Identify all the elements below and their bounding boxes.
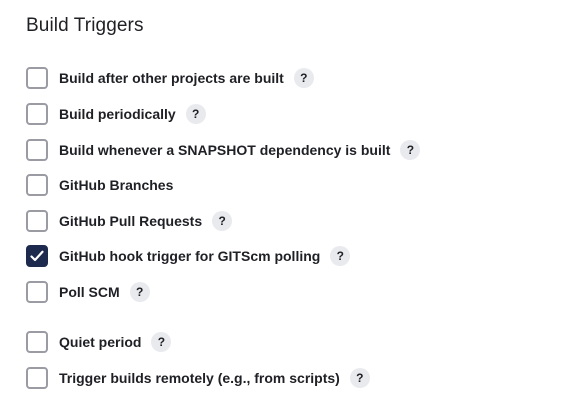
checkbox[interactable] [26, 367, 48, 389]
help-icon[interactable]: ? [129, 282, 150, 302]
trigger-snapshot-dependency: Build whenever a SNAPSHOT dependency is … [26, 139, 421, 161]
trigger-label[interactable]: Trigger builds remotely (e.g., from scri… [59, 370, 340, 386]
checkbox[interactable] [26, 67, 48, 89]
trigger-label[interactable]: GitHub Branches [59, 177, 173, 193]
checkbox[interactable] [26, 210, 48, 232]
checkmark-icon [30, 250, 44, 262]
help-icon[interactable]: ? [185, 104, 206, 124]
checkbox[interactable] [26, 103, 48, 125]
help-icon[interactable]: ? [212, 211, 233, 231]
checkbox[interactable] [26, 331, 48, 353]
help-icon[interactable]: ? [293, 68, 314, 88]
trigger-label[interactable]: Quiet period [59, 334, 141, 350]
trigger-github-hook: GitHub hook trigger for GITScm polling ? [26, 245, 351, 267]
trigger-build-periodically: Build periodically ? [26, 103, 206, 125]
trigger-label[interactable]: GitHub Pull Requests [59, 213, 202, 229]
trigger-builds-remotely: Trigger builds remotely (e.g., from scri… [26, 367, 370, 389]
trigger-label[interactable]: Poll SCM [59, 284, 120, 300]
trigger-poll-scm: Poll SCM ? [26, 281, 150, 303]
checkbox[interactable] [26, 245, 48, 267]
help-icon[interactable]: ? [349, 368, 370, 388]
help-icon[interactable]: ? [400, 140, 421, 160]
trigger-github-pull-requests: GitHub Pull Requests ? [26, 210, 233, 232]
trigger-github-branches: GitHub Branches [26, 174, 173, 196]
help-icon[interactable]: ? [330, 246, 351, 266]
trigger-build-after-other-projects: Build after other projects are built ? [26, 67, 314, 89]
checkbox[interactable] [26, 139, 48, 161]
trigger-label[interactable]: GitHub hook trigger for GITScm polling [59, 248, 320, 264]
checkbox[interactable] [26, 281, 48, 303]
trigger-label[interactable]: Build whenever a SNAPSHOT dependency is … [59, 142, 390, 158]
help-icon[interactable]: ? [151, 332, 172, 352]
trigger-label[interactable]: Build after other projects are built [59, 70, 284, 86]
trigger-quiet-period: Quiet period ? [26, 331, 172, 353]
section-title: Build Triggers [26, 15, 144, 36]
trigger-label[interactable]: Build periodically [59, 106, 176, 122]
checkbox[interactable] [26, 174, 48, 196]
